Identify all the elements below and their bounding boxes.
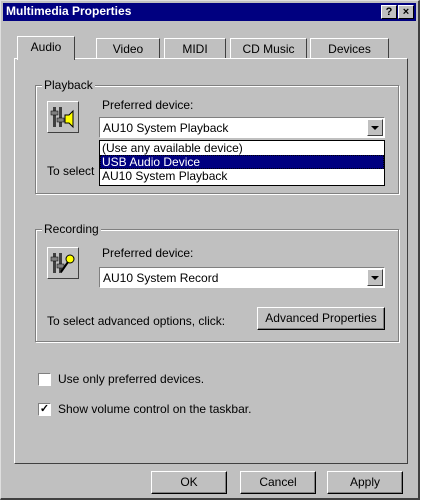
use-preferred-label[interactable]: Use only preferred devices. bbox=[58, 372, 204, 386]
playback-dropdown-arrow-icon[interactable] bbox=[367, 119, 383, 136]
tab-midi[interactable]: MIDI bbox=[164, 38, 226, 60]
playback-selected-value: AU10 System Playback bbox=[103, 121, 229, 135]
help-button[interactable]: ? bbox=[381, 5, 397, 19]
use-preferred-checkbox[interactable] bbox=[38, 373, 51, 386]
tab-cd-music[interactable]: CD Music bbox=[230, 38, 307, 60]
show-volume-label[interactable]: Show volume control on the taskbar. bbox=[58, 402, 251, 416]
recording-advanced-text: To select advanced options, click: bbox=[47, 314, 226, 328]
playback-advanced-text: To select bbox=[47, 164, 95, 178]
playback-device-list[interactable]: (Use any available device) USB Audio Dev… bbox=[99, 140, 385, 186]
ok-button[interactable]: OK bbox=[151, 471, 227, 494]
recording-dropdown-arrow-icon[interactable] bbox=[367, 269, 383, 286]
title-bar[interactable]: Multimedia Properties ? × bbox=[3, 3, 416, 21]
recording-device-select[interactable]: AU10 System Record bbox=[99, 267, 385, 288]
apply-button[interactable]: Apply bbox=[327, 471, 403, 494]
playback-speaker-icon[interactable] bbox=[47, 101, 79, 133]
recording-selected-value: AU10 System Record bbox=[103, 271, 219, 285]
playback-legend: Playback bbox=[42, 78, 95, 92]
tab-video[interactable]: Video bbox=[96, 38, 160, 60]
recording-device-label: Preferred device: bbox=[102, 246, 194, 260]
tab-audio[interactable]: Audio bbox=[17, 36, 75, 60]
cancel-button[interactable]: Cancel bbox=[240, 471, 316, 494]
list-item[interactable]: USB Audio Device bbox=[100, 155, 384, 169]
recording-legend: Recording bbox=[42, 222, 101, 236]
list-item[interactable]: AU10 System Playback bbox=[100, 169, 384, 183]
properties-window: Multimedia Properties ? × Audio Video MI… bbox=[0, 0, 420, 500]
show-volume-checkbox[interactable]: ✓ bbox=[38, 403, 51, 416]
tab-devices[interactable]: Devices bbox=[310, 38, 389, 60]
playback-device-label: Preferred device: bbox=[102, 98, 194, 112]
advanced-properties-button[interactable]: Advanced Properties bbox=[257, 307, 385, 330]
list-item[interactable]: (Use any available device) bbox=[100, 141, 384, 155]
window-title: Multimedia Properties bbox=[6, 4, 132, 18]
recording-microphone-icon[interactable] bbox=[47, 247, 79, 279]
playback-device-select[interactable]: AU10 System Playback bbox=[99, 117, 385, 138]
close-button[interactable]: × bbox=[398, 5, 414, 19]
